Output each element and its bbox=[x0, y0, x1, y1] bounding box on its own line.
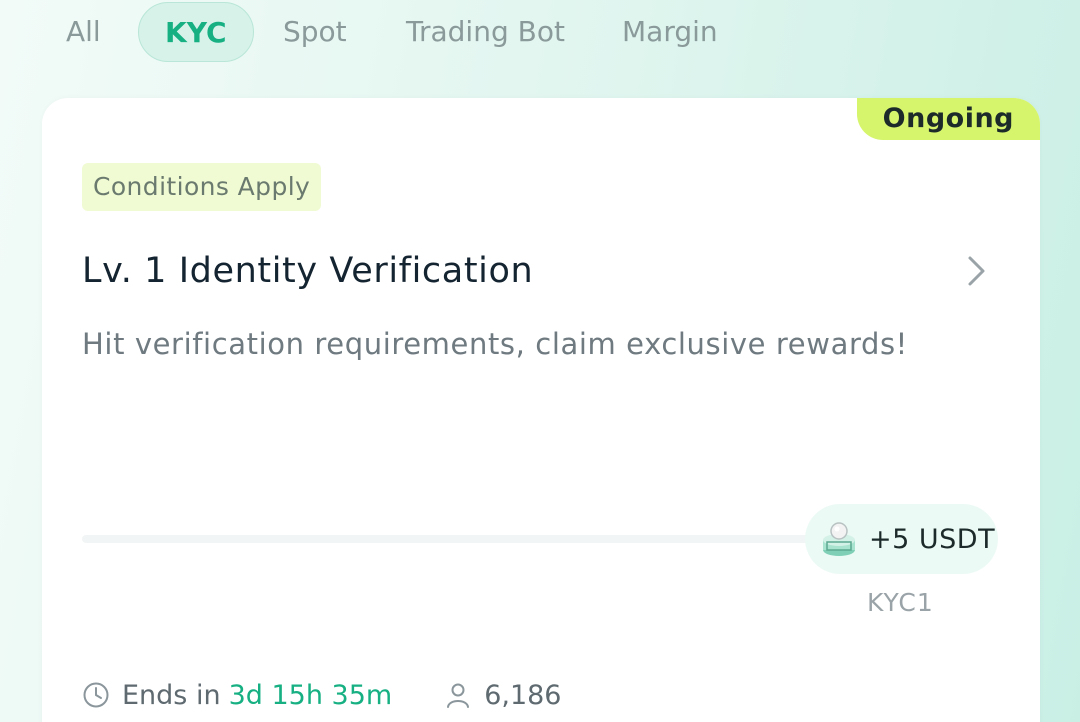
campaign-title: Lv. 1 Identity Verification bbox=[82, 251, 534, 291]
coin-stack-icon bbox=[823, 522, 855, 556]
reward-code: KYC1 bbox=[867, 588, 934, 617]
tab-kyc[interactable]: KYC bbox=[138, 2, 254, 62]
clock-icon bbox=[83, 682, 109, 708]
category-tabs: All KYC Spot Trading Bot Margin bbox=[0, 0, 1080, 66]
campaign-description: Hit verification requirements, claim exc… bbox=[82, 327, 908, 361]
reward-pill: +5 USDT bbox=[805, 504, 998, 574]
card-footer: Ends in 3d 15h 35m 6,186 bbox=[82, 674, 561, 716]
user-icon bbox=[447, 683, 470, 708]
status-badge: Ongoing bbox=[856, 98, 1040, 140]
countdown-timer: 3d 15h 35m bbox=[228, 679, 393, 711]
progress-bar bbox=[82, 535, 822, 543]
tab-margin[interactable]: Margin bbox=[622, 14, 718, 50]
ends-label: Ends in bbox=[122, 679, 221, 711]
conditions-tag: Conditions Apply bbox=[82, 163, 322, 211]
participants-count: 6,186 bbox=[484, 679, 562, 711]
campaign-card[interactable]: Ongoing Conditions Apply Lv. 1 Identity … bbox=[42, 98, 1040, 722]
tab-spot[interactable]: Spot bbox=[283, 14, 347, 50]
chevron-right-icon[interactable] bbox=[964, 254, 988, 288]
participants-count-group: 6,186 bbox=[444, 680, 561, 711]
tab-all[interactable]: All bbox=[66, 14, 101, 50]
reward-amount: +5 USDT bbox=[869, 523, 996, 555]
tab-trading-bot[interactable]: Trading Bot bbox=[406, 14, 565, 50]
